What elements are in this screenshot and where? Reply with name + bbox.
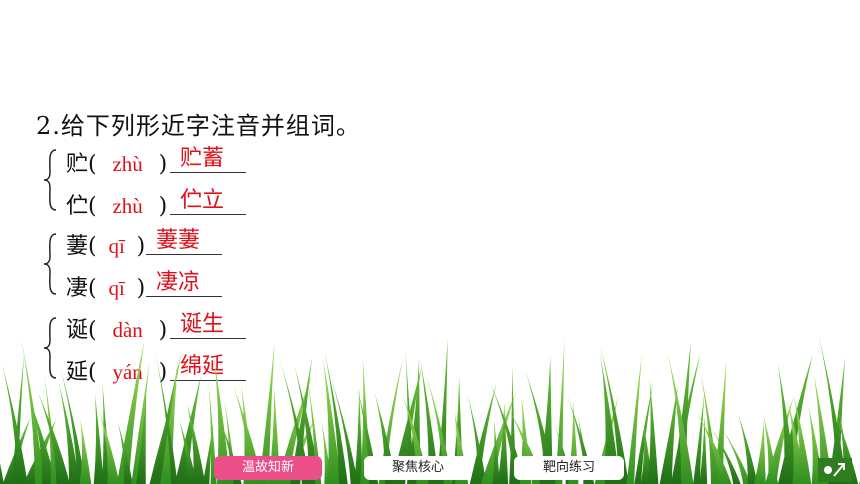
grass-blade bbox=[0, 463, 4, 484]
pinyin-answer: qī bbox=[108, 276, 125, 300]
char: 萋 bbox=[66, 234, 89, 259]
open-paren: ( bbox=[88, 194, 97, 219]
pinyin-answer: zhù bbox=[112, 152, 143, 176]
char-row: 贮( zhù) 贮蓄 bbox=[66, 146, 246, 182]
open-paren: ( bbox=[88, 234, 97, 259]
char: 凄 bbox=[66, 276, 89, 301]
nav-practice-button[interactable]: 靶向练习 bbox=[514, 456, 624, 480]
pinyin-answer: zhù bbox=[112, 194, 143, 218]
char-row: 伫( zhù) 伫立 bbox=[66, 188, 246, 224]
char: 伫 bbox=[66, 194, 89, 219]
grass-blade bbox=[754, 421, 766, 484]
word-answer: 伫立 bbox=[180, 188, 225, 213]
question-title: 2.给下列形近字注音并组词。 bbox=[36, 112, 361, 140]
grass-blade bbox=[737, 413, 758, 484]
open-paren: ( bbox=[88, 152, 97, 177]
char-row: 凄( qī) 凄凉 bbox=[66, 270, 222, 306]
word-answer: 贮蓄 bbox=[180, 146, 225, 171]
grass-blade bbox=[21, 337, 45, 484]
close-paren: ) bbox=[158, 194, 168, 219]
nav-review-button[interactable]: 温故知新 bbox=[214, 456, 322, 480]
pinyin-answer: qī bbox=[108, 234, 125, 258]
close-paren: ) bbox=[158, 152, 168, 177]
grass-blade bbox=[79, 419, 92, 484]
word-answer: 凄凉 bbox=[156, 270, 201, 295]
close-paren: ) bbox=[136, 234, 146, 259]
return-icon[interactable] bbox=[818, 458, 852, 482]
word-answer: 萋萋 bbox=[156, 228, 201, 253]
brace-icon bbox=[43, 149, 57, 211]
char: 贮 bbox=[66, 152, 89, 177]
close-paren: ) bbox=[136, 276, 146, 301]
nav-core-button[interactable]: 聚焦核心 bbox=[364, 456, 472, 480]
grass-blade bbox=[93, 394, 104, 484]
open-paren: ( bbox=[88, 276, 97, 301]
brace-icon bbox=[43, 233, 57, 295]
char-row: 萋( qī) 萋萋 bbox=[66, 228, 222, 264]
grass-blade bbox=[647, 379, 659, 484]
